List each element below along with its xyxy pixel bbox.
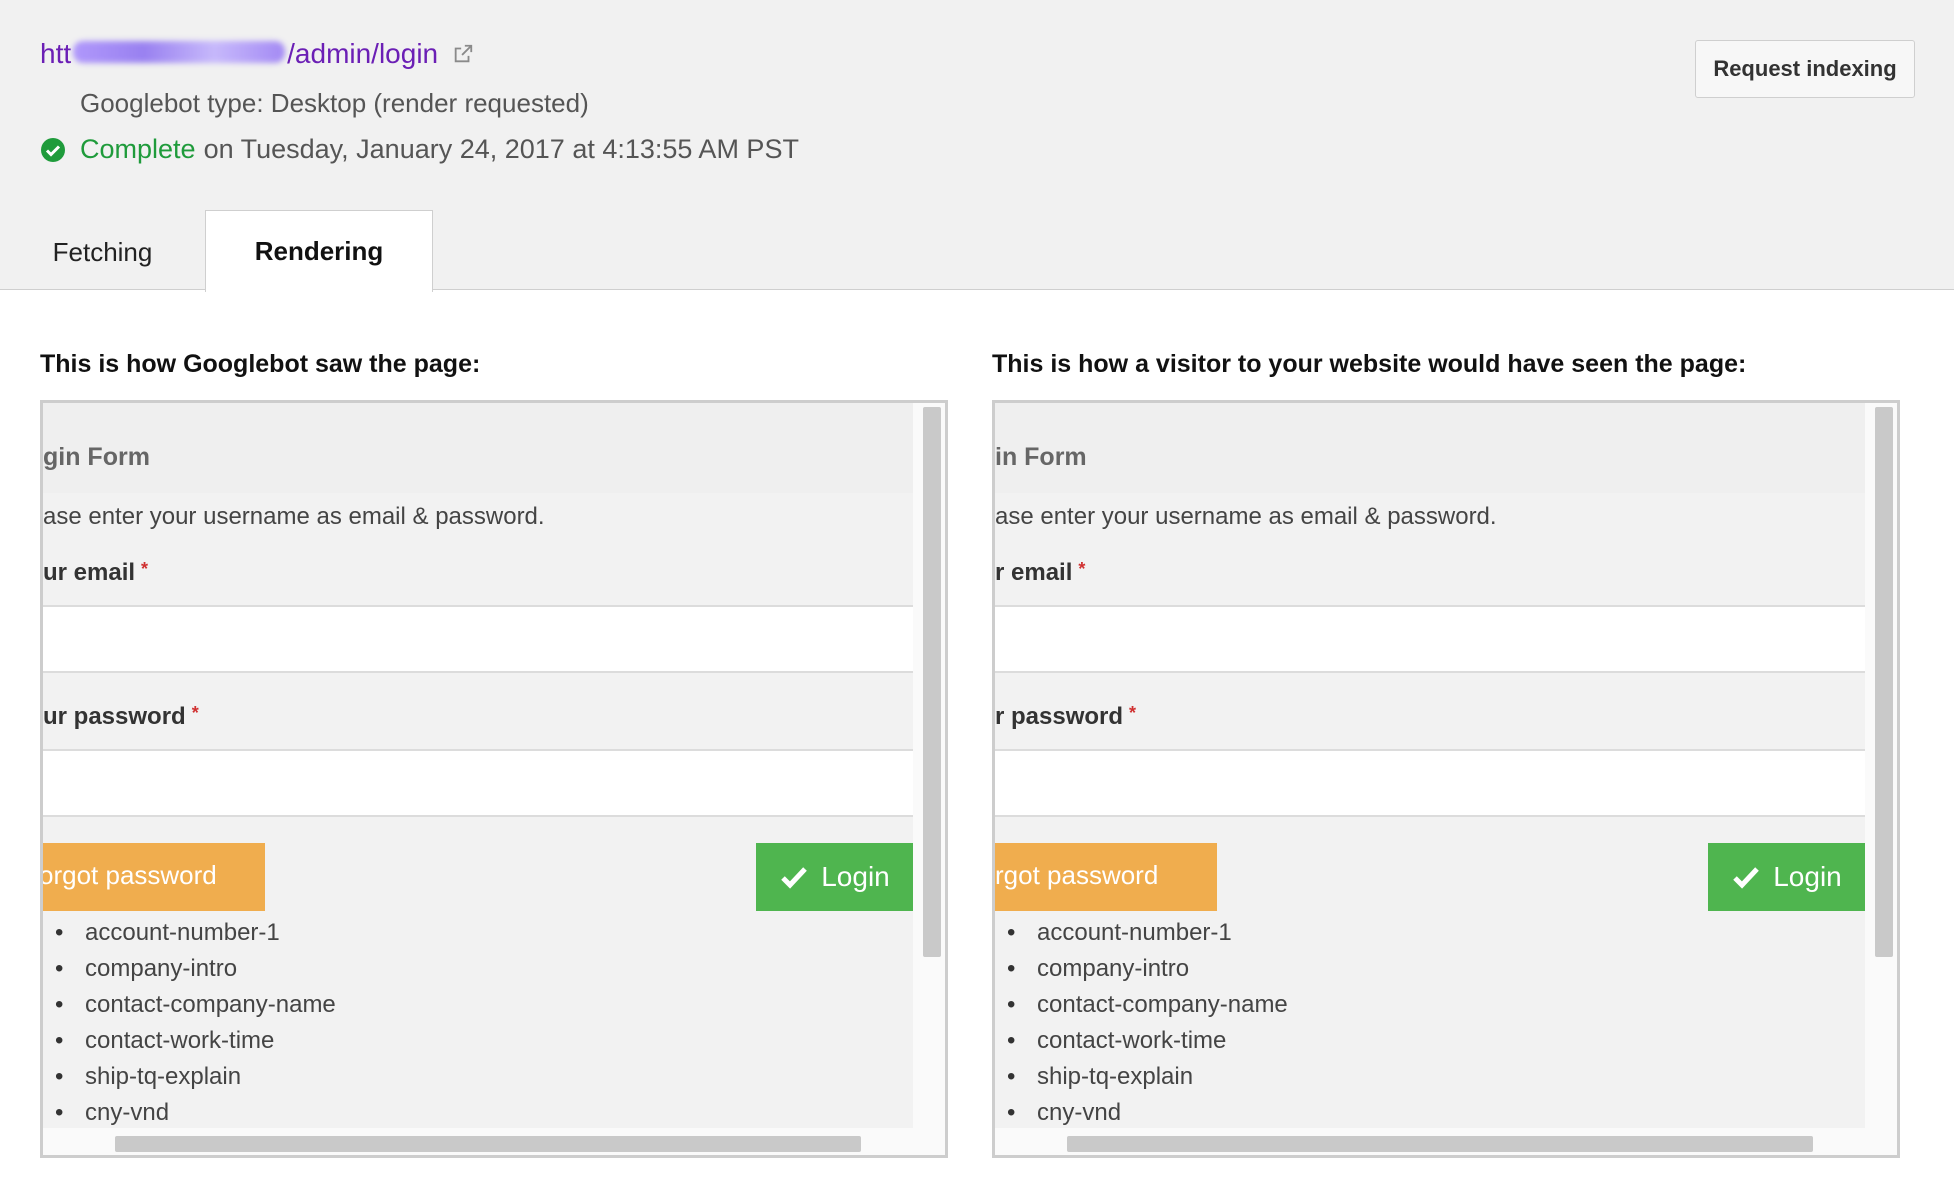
email-label-text: r email <box>995 559 1073 586</box>
status-timestamp: on Tuesday, January 24, 2017 at 4:13:55 … <box>203 134 799 164</box>
list-item: contact-work-time <box>995 1023 1288 1059</box>
email-label-text: ur email <box>43 559 136 586</box>
list-item: contact-company-name <box>995 987 1288 1023</box>
googlebot-view-title: This is how Googlebot saw the page: <box>40 350 481 378</box>
password-field[interactable] <box>995 749 1865 817</box>
password-label: r password * <box>995 703 1136 731</box>
form-title-band <box>995 403 1865 493</box>
page-link-list: account-number-1 company-intro contact-c… <box>43 915 336 1128</box>
login-instructions: ase enter your username as email & passw… <box>43 503 545 530</box>
url-redacted-blur <box>73 41 286 63</box>
password-label-text: r password <box>995 703 1124 730</box>
list-item: company-intro <box>995 951 1288 987</box>
googlebot-type: Googlebot type: Desktop (render requeste… <box>80 88 589 118</box>
fetch-result-header: htt/admin/login Googlebot type: Desktop … <box>0 0 1954 292</box>
fetched-url-row: htt/admin/login <box>40 38 474 70</box>
list-item: cny-vnd <box>995 1095 1288 1128</box>
horizontal-scrollbar[interactable] <box>115 1136 861 1152</box>
external-link-icon[interactable] <box>452 43 474 65</box>
forgot-password-button[interactable]: rgot password <box>995 843 1217 911</box>
login-instructions: ase enter your username as email & passw… <box>995 503 1497 530</box>
email-field[interactable] <box>43 605 913 673</box>
list-item: ship-tq-explain <box>43 1059 336 1095</box>
email-label: r email * <box>995 559 1085 587</box>
list-item: contact-work-time <box>43 1023 336 1059</box>
url-prefix: htt <box>40 38 72 69</box>
email-label: ur email * <box>43 559 148 587</box>
login-button[interactable]: Login <box>1708 843 1865 911</box>
forgot-password-label: orgot password <box>43 860 217 890</box>
required-mark: * <box>1129 703 1137 723</box>
render-viewport: in Form ase enter your username as email… <box>995 403 1865 1128</box>
request-indexing-button[interactable]: Request indexing <box>1695 40 1915 98</box>
list-item: account-number-1 <box>995 915 1288 951</box>
password-field[interactable] <box>43 749 913 817</box>
tab-fetching[interactable]: Fetching <box>0 214 205 290</box>
url-suffix: /admin/login <box>287 38 439 69</box>
vertical-scrollbar[interactable] <box>1875 407 1893 957</box>
horizontal-scrollbar[interactable] <box>1067 1136 1813 1152</box>
password-label-text: ur password <box>43 703 186 730</box>
login-form-title: gin Form <box>43 443 150 471</box>
checkmark-icon <box>781 867 808 889</box>
vertical-scrollbar[interactable] <box>923 407 941 957</box>
visitor-view-title: This is how a visitor to your website wo… <box>992 350 1747 378</box>
fetched-url-link[interactable]: htt/admin/login <box>40 38 438 70</box>
list-item: cny-vnd <box>43 1095 336 1128</box>
list-item: contact-company-name <box>43 987 336 1023</box>
email-field[interactable] <box>995 605 1865 673</box>
form-title-band <box>43 403 913 493</box>
login-label: Login <box>1773 861 1842 892</box>
tab-rendering[interactable]: Rendering <box>205 210 433 292</box>
login-button[interactable]: Login <box>756 843 913 911</box>
forgot-password-label: rgot password <box>995 860 1159 890</box>
fetch-status: Complete on Tuesday, January 24, 2017 at… <box>40 134 799 165</box>
status-complete: Complete <box>80 134 196 164</box>
check-circle-icon <box>41 137 65 162</box>
list-item: company-intro <box>43 951 336 987</box>
required-mark: * <box>141 559 149 579</box>
list-item: account-number-1 <box>43 915 336 951</box>
checkmark-icon <box>1733 867 1760 889</box>
googlebot-render-frame: gin Form ase enter your username as emai… <box>40 400 948 1158</box>
list-item: ship-tq-explain <box>995 1059 1288 1095</box>
login-label: Login <box>821 861 890 892</box>
password-label: ur password * <box>43 703 199 731</box>
required-mark: * <box>1078 559 1086 579</box>
render-viewport: gin Form ase enter your username as emai… <box>43 403 913 1128</box>
required-mark: * <box>191 703 199 723</box>
forgot-password-button[interactable]: orgot password <box>43 843 265 911</box>
visitor-render-frame: in Form ase enter your username as email… <box>992 400 1900 1158</box>
page-link-list: account-number-1 company-intro contact-c… <box>995 915 1288 1128</box>
login-form-title: in Form <box>995 443 1087 471</box>
